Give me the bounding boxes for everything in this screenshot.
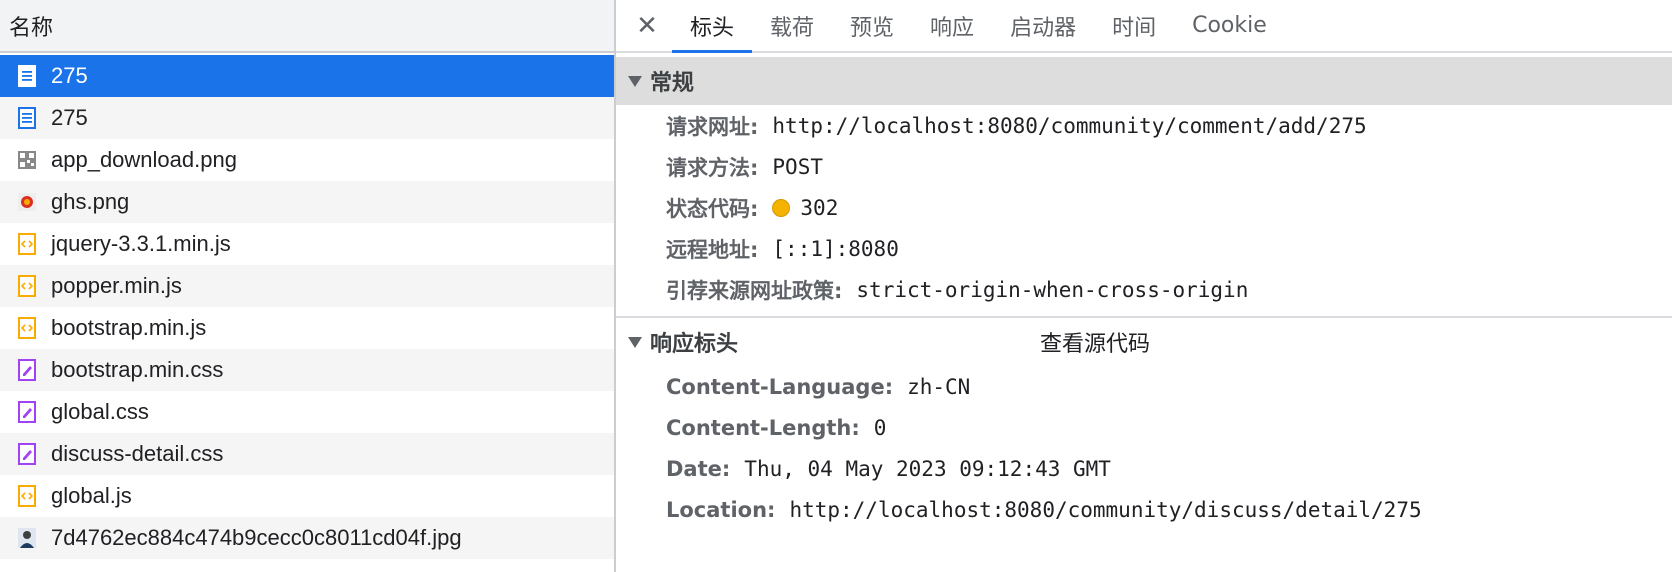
- image-badge-icon: [17, 190, 37, 214]
- header-key: 状态代码:: [666, 196, 759, 221]
- request-row[interactable]: ghs.png: [0, 181, 614, 223]
- general-section-header[interactable]: 常规: [616, 57, 1672, 105]
- tab-headers[interactable]: 标头: [672, 0, 753, 53]
- request-name: app_download.png: [51, 147, 237, 172]
- request-name: 275: [51, 63, 88, 88]
- request-row[interactable]: jquery-3.3.1.min.js: [0, 223, 614, 265]
- request-row[interactable]: app_download.png: [0, 139, 614, 181]
- header-value: POST: [772, 154, 823, 179]
- header-key: 请求方法:: [666, 155, 759, 180]
- tab-timing[interactable]: 时间: [1094, 0, 1174, 51]
- request-name: jquery-3.3.1.min.js: [51, 231, 231, 256]
- header-key: Location:: [666, 497, 776, 522]
- request-url-row: 请求网址: http://localhost:8080/community/co…: [616, 105, 1672, 146]
- expand-triangle-icon: [628, 336, 642, 348]
- request-row[interactable]: discuss-detail.css: [0, 433, 614, 475]
- request-name: ghs.png: [51, 189, 130, 214]
- date-row: Date: Thu, 04 May 2023 09:12:43 GMT: [616, 448, 1672, 489]
- header-key: 引荐来源网址政策:: [666, 278, 843, 303]
- script-icon: [17, 484, 37, 508]
- request-name: bootstrap.min.js: [51, 315, 207, 340]
- location-row: Location: http://localhost:8080/communit…: [616, 489, 1672, 530]
- header-key: Content-Language:: [666, 374, 894, 399]
- general-section-title: 常规: [650, 71, 695, 96]
- response-headers-section-header[interactable]: 响应标头 查看源代码: [616, 318, 1672, 366]
- script-icon: [17, 316, 37, 340]
- header-key: Content-Length:: [666, 415, 860, 440]
- request-name: global.css: [51, 399, 149, 424]
- request-name: discuss-detail.css: [51, 441, 224, 466]
- tab-initiator[interactable]: 启动器: [992, 0, 1094, 51]
- response-headers-title: 响应标头: [650, 332, 739, 357]
- tab-cookies[interactable]: Cookie: [1174, 0, 1285, 51]
- stylesheet-icon: [17, 400, 37, 424]
- header-value: http://localhost:8080/community/discuss/…: [789, 497, 1422, 522]
- image-photo-icon: [17, 526, 37, 550]
- tab-preview[interactable]: 预览: [832, 0, 912, 51]
- script-icon: [17, 274, 37, 298]
- document-icon: [17, 64, 37, 88]
- tab-payload[interactable]: 载荷: [752, 0, 832, 51]
- request-row[interactable]: global.css: [0, 391, 614, 433]
- name-column-header[interactable]: 名称: [0, 0, 614, 53]
- request-list: 275 275 app_download.png ghs.png jquery-…: [0, 55, 614, 559]
- request-row[interactable]: global.js: [0, 475, 614, 517]
- view-source-link[interactable]: 查看源代码: [1040, 326, 1150, 358]
- details-panel: ✕ 标头 载荷 预览 响应 启动器 时间 Cookie 常规 请求网址: htt…: [616, 0, 1672, 572]
- request-row[interactable]: bootstrap.min.css: [0, 349, 614, 391]
- request-list-panel: 名称 275 275 app_download.png ghs.png jque…: [0, 0, 616, 572]
- header-value: zh-CN: [907, 374, 971, 399]
- tab-response[interactable]: 响应: [912, 0, 992, 51]
- request-name: 275: [51, 105, 88, 130]
- request-name: bootstrap.min.css: [51, 357, 224, 382]
- content-language-row: Content-Language: zh-CN: [616, 366, 1672, 407]
- header-value: 0: [873, 415, 887, 440]
- details-tabbar: ✕ 标头 载荷 预览 响应 启动器 时间 Cookie: [616, 0, 1672, 53]
- document-icon: [17, 106, 37, 130]
- header-value: strict-origin-when-cross-origin: [856, 277, 1249, 302]
- request-row[interactable]: popper.min.js: [0, 265, 614, 307]
- header-value: Thu, 04 May 2023 09:12:43 GMT: [744, 456, 1111, 481]
- name-column-label: 名称: [9, 15, 54, 41]
- request-name: global.js: [51, 483, 132, 508]
- close-icon[interactable]: ✕: [630, 0, 664, 51]
- script-icon: [17, 232, 37, 256]
- request-row[interactable]: 275: [0, 97, 614, 139]
- header-key: 请求网址:: [666, 114, 759, 139]
- header-value: 302: [800, 195, 839, 220]
- header-value: [::1]:8080: [772, 236, 899, 261]
- content-length-row: Content-Length: 0: [616, 407, 1672, 448]
- header-key: 远程地址:: [666, 237, 759, 262]
- stylesheet-icon: [17, 442, 37, 466]
- image-qr-icon: [17, 148, 37, 172]
- stylesheet-icon: [17, 358, 37, 382]
- request-row[interactable]: bootstrap.min.js: [0, 307, 614, 349]
- header-key: Date:: [666, 456, 731, 481]
- referrer-policy-row: 引荐来源网址政策: strict-origin-when-cross-origi…: [616, 269, 1672, 310]
- request-method-row: 请求方法: POST: [616, 146, 1672, 187]
- request-row[interactable]: 275: [0, 55, 614, 97]
- header-value: http://localhost:8080/community/comment/…: [772, 113, 1367, 138]
- status-dot-icon: [772, 198, 791, 217]
- request-name: popper.min.js: [51, 273, 182, 298]
- request-row[interactable]: 7d4762ec884c474b9cecc0c8011cd04f.jpg: [0, 517, 614, 559]
- request-name: 7d4762ec884c474b9cecc0c8011cd04f.jpg: [51, 525, 462, 550]
- status-code-row: 状态代码: 302: [616, 187, 1672, 228]
- remote-address-row: 远程地址: [::1]:8080: [616, 228, 1672, 269]
- expand-triangle-icon: [628, 75, 642, 87]
